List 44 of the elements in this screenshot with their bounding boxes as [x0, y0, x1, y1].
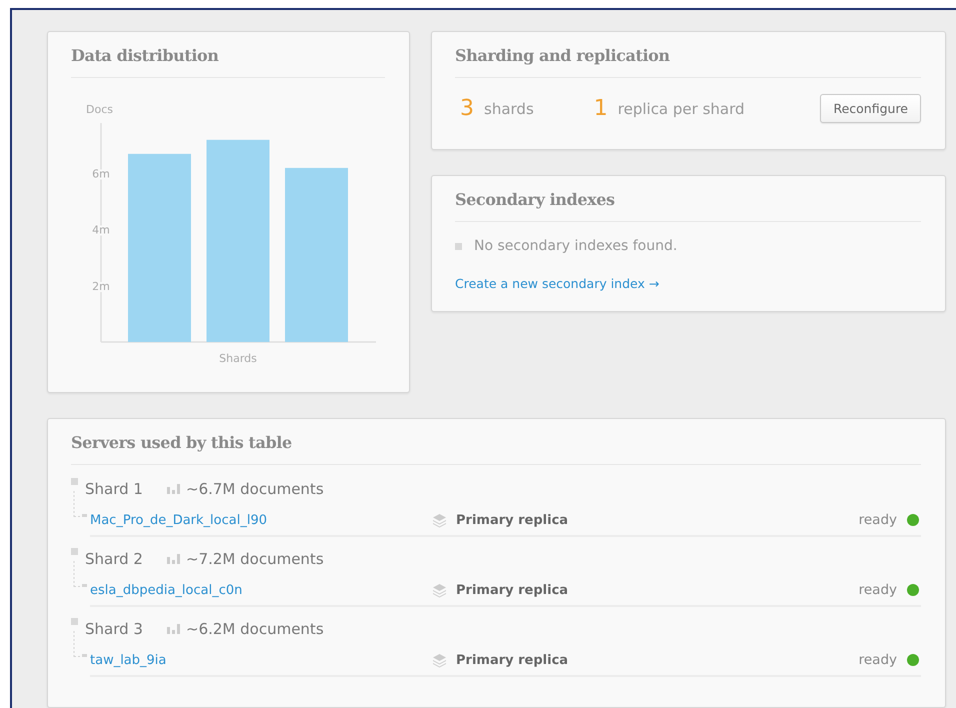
- shards-label: shards: [484, 100, 534, 118]
- empty-message: No secondary indexes found.: [474, 238, 678, 254]
- reconfigure-button[interactable]: Reconfigure: [820, 94, 921, 123]
- shard-name: Shard 2: [85, 550, 144, 568]
- tick-label: 6m: [92, 168, 110, 181]
- layers-icon: [432, 652, 447, 668]
- shard-name: Shard 1: [85, 480, 144, 498]
- axis-label: Shards: [219, 352, 257, 365]
- tick-label: 2m: [92, 280, 110, 293]
- card-title: Secondary indexes: [455, 190, 921, 222]
- status-text: ready: [858, 512, 897, 528]
- bullet-icon: [455, 242, 462, 250]
- status-text: ready: [858, 582, 897, 598]
- shard-name: Shard 3: [85, 620, 144, 638]
- replicas-count: 1: [594, 96, 608, 121]
- tree-connector: [73, 561, 88, 587]
- card-title: Sharding and replication: [455, 46, 921, 78]
- replica-role: Primary replica: [456, 582, 568, 598]
- layers-icon: [432, 512, 447, 528]
- document-count: ~7.2M documents: [186, 550, 324, 568]
- card-title: Servers used by this table: [71, 433, 921, 465]
- document-count: ~6.2M documents: [186, 620, 324, 638]
- server-link[interactable]: esla_dbpedia_local_c0n: [90, 582, 432, 598]
- shards-count: 3: [460, 96, 474, 121]
- document-count: ~6.7M documents: [186, 480, 324, 498]
- bar-chart-icon: [167, 484, 180, 494]
- replica-role: Primary replica: [456, 512, 568, 528]
- card-title: Data distribution: [71, 46, 385, 78]
- create-index-link[interactable]: Create a new secondary index →: [455, 276, 660, 291]
- tree-connector: [73, 491, 88, 517]
- replica-role: Primary replica: [456, 652, 568, 668]
- server-link[interactable]: Mac_Pro_de_Dark_local_l90: [90, 512, 432, 528]
- axis-label: Docs: [86, 103, 113, 116]
- bar-chart-icon: [167, 554, 180, 564]
- tick-label: 4m: [92, 224, 110, 237]
- status-text: ready: [858, 652, 897, 668]
- tree-node-icon: [71, 478, 78, 485]
- tree-connector: [73, 631, 88, 657]
- server-link[interactable]: taw_lab_9ia: [90, 652, 432, 668]
- tree-node-icon: [71, 618, 78, 625]
- replicas-label: replica per shard: [618, 100, 745, 118]
- bar-chart-icon: [167, 624, 180, 634]
- tree-node-icon: [71, 548, 78, 555]
- layers-icon: [432, 582, 447, 598]
